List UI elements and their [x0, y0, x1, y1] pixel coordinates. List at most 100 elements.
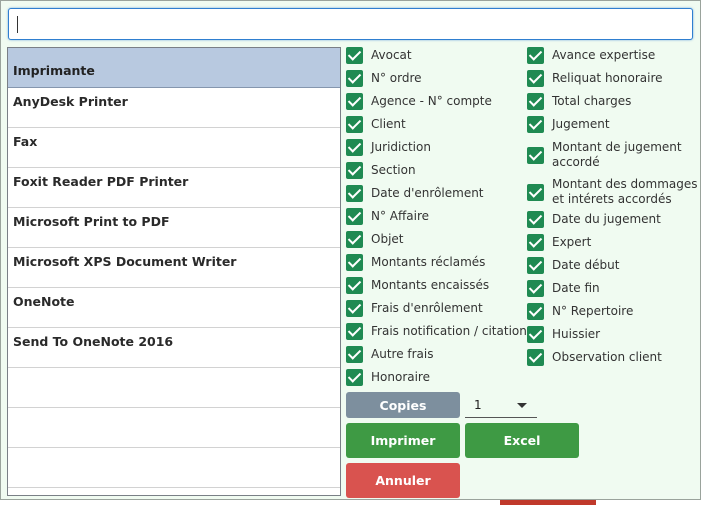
printer-name: Microsoft Print to PDF [13, 214, 170, 229]
checkmark-icon[interactable] [527, 326, 544, 343]
column-checkbox[interactable]: Honoraire [346, 369, 430, 386]
checkbox-label-line: Montant des dommages [552, 177, 698, 191]
checkmark-icon[interactable] [346, 346, 363, 363]
printer-name: AnyDesk Printer [13, 94, 128, 109]
checkmark-icon[interactable] [346, 93, 363, 110]
checkmark-icon[interactable] [527, 257, 544, 274]
column-checkbox[interactable]: Juridiction [346, 139, 431, 156]
column-checkbox[interactable]: Jugement [527, 116, 610, 133]
printer-row[interactable]: OneNote [8, 288, 340, 328]
checkbox-label: Montants réclamés [371, 255, 486, 269]
checkbox-label: Montants encaissés [371, 278, 490, 292]
column-checkbox[interactable]: Agence - N° compte [346, 93, 492, 110]
column-checkbox[interactable]: Observation client [527, 349, 662, 366]
checkmark-icon[interactable] [346, 231, 363, 248]
column-checkbox[interactable]: Montant de jugement accordé [527, 140, 682, 170]
column-checkbox[interactable]: Expert [527, 234, 591, 251]
checkmark-icon[interactable] [346, 139, 363, 156]
excel-button[interactable]: Excel [465, 423, 579, 458]
checkmark-icon[interactable] [346, 300, 363, 317]
checkbox-label: Huissier [552, 327, 601, 341]
checkbox-label: Montant des dommages et intérets accordés [552, 177, 698, 207]
checkbox-label-line: accordé [552, 155, 600, 169]
checkmark-icon[interactable] [346, 323, 363, 340]
printer-row[interactable]: Fax [8, 128, 340, 168]
printer-row[interactable]: Microsoft Print to PDF [8, 208, 340, 248]
printer-row[interactable]: Send To OneNote 2016 [8, 328, 340, 368]
checkmark-icon[interactable] [527, 303, 544, 320]
checkmark-icon[interactable] [346, 185, 363, 202]
checkmark-icon[interactable] [527, 349, 544, 366]
printer-row[interactable]: Microsoft XPS Document Writer [8, 248, 340, 288]
column-checkbox[interactable]: Avocat [346, 47, 412, 64]
checkbox-label: Date début [552, 258, 620, 272]
column-checkbox[interactable]: N° ordre [346, 70, 422, 87]
checkmark-icon[interactable] [527, 116, 544, 133]
checkbox-label: Frais d'enrôlement [371, 301, 483, 315]
checkmark-icon[interactable] [527, 183, 544, 201]
printer-row-empty[interactable] [8, 448, 340, 488]
column-checkbox[interactable]: Frais notification / citation [346, 323, 527, 340]
column-checkbox[interactable]: Avance expertise [527, 47, 655, 64]
column-checkbox[interactable]: Frais d'enrôlement [346, 300, 483, 317]
printer-list-header: Imprimante [8, 48, 340, 88]
column-checkbox[interactable]: Objet [346, 231, 403, 248]
checkbox-label: N° Affaire [371, 209, 430, 223]
checkbox-label: Frais notification / citation [371, 324, 527, 338]
checkmark-icon[interactable] [527, 280, 544, 297]
printer-name: Microsoft XPS Document Writer [13, 254, 237, 269]
checkbox-label: Observation client [552, 350, 662, 364]
checkmark-icon[interactable] [527, 234, 544, 251]
checkmark-icon[interactable] [527, 93, 544, 110]
checkmark-icon[interactable] [346, 162, 363, 179]
printer-row-empty[interactable] [8, 368, 340, 408]
print-dialog: Imprimante AnyDesk Printer Fax Foxit Rea… [0, 0, 701, 500]
column-checkbox[interactable]: Date début [527, 257, 619, 274]
checkmark-icon[interactable] [346, 254, 363, 271]
checkmark-icon[interactable] [527, 146, 544, 164]
column-checkbox[interactable]: Montants réclamés [346, 254, 485, 271]
text-caret [17, 16, 18, 33]
search-input[interactable] [9, 9, 692, 39]
printer-name: Send To OneNote 2016 [13, 334, 174, 349]
column-checkbox[interactable]: N° Repertoire [527, 303, 633, 320]
copies-select[interactable]: 1 [465, 392, 537, 418]
checkbox-label: Objet [371, 232, 404, 246]
column-checkbox[interactable]: Montants encaissés [346, 277, 489, 294]
cancel-button[interactable]: Annuler [346, 463, 460, 498]
checkmark-icon[interactable] [346, 208, 363, 225]
column-checkbox[interactable]: Date du jugement [527, 211, 661, 228]
checkmark-icon[interactable] [346, 70, 363, 87]
background-red-element [500, 500, 596, 505]
checkbox-label: Client [371, 117, 406, 131]
chevron-down-icon [517, 403, 527, 408]
print-button[interactable]: Imprimer [346, 423, 460, 458]
checkmark-icon[interactable] [346, 47, 363, 64]
column-checkbox[interactable]: Autre frais [346, 346, 433, 363]
printer-row-empty[interactable] [8, 408, 340, 448]
column-checkbox[interactable]: Section [346, 162, 416, 179]
column-checkbox[interactable]: Montant des dommages et intérets accordés [527, 177, 698, 207]
column-checkbox[interactable]: Reliquat honoraire [527, 70, 663, 87]
column-checkbox[interactable]: Date fin [527, 280, 600, 297]
printer-row[interactable]: Foxit Reader PDF Printer [8, 168, 340, 208]
copies-value: 1 [474, 398, 482, 412]
checkmark-icon[interactable] [527, 70, 544, 87]
copies-button[interactable]: Copies [346, 392, 460, 418]
checkbox-label: Honoraire [371, 370, 430, 384]
column-checkbox[interactable]: Huissier [527, 326, 600, 343]
column-checkbox[interactable]: Client [346, 116, 406, 133]
checkbox-label: Section [371, 163, 416, 177]
column-checkbox[interactable]: Total charges [527, 93, 631, 110]
column-checkbox[interactable]: Date d'enrôlement [346, 185, 484, 202]
checkbox-label: Avance expertise [552, 48, 656, 62]
printer-row[interactable]: AnyDesk Printer [8, 88, 340, 128]
checkmark-icon[interactable] [346, 277, 363, 294]
search-field[interactable] [8, 8, 693, 40]
checkmark-icon[interactable] [527, 47, 544, 64]
checkbox-label: N° ordre [371, 71, 422, 85]
column-checkbox[interactable]: N° Affaire [346, 208, 429, 225]
checkmark-icon[interactable] [346, 369, 363, 386]
checkmark-icon[interactable] [527, 211, 544, 228]
checkmark-icon[interactable] [346, 116, 363, 133]
